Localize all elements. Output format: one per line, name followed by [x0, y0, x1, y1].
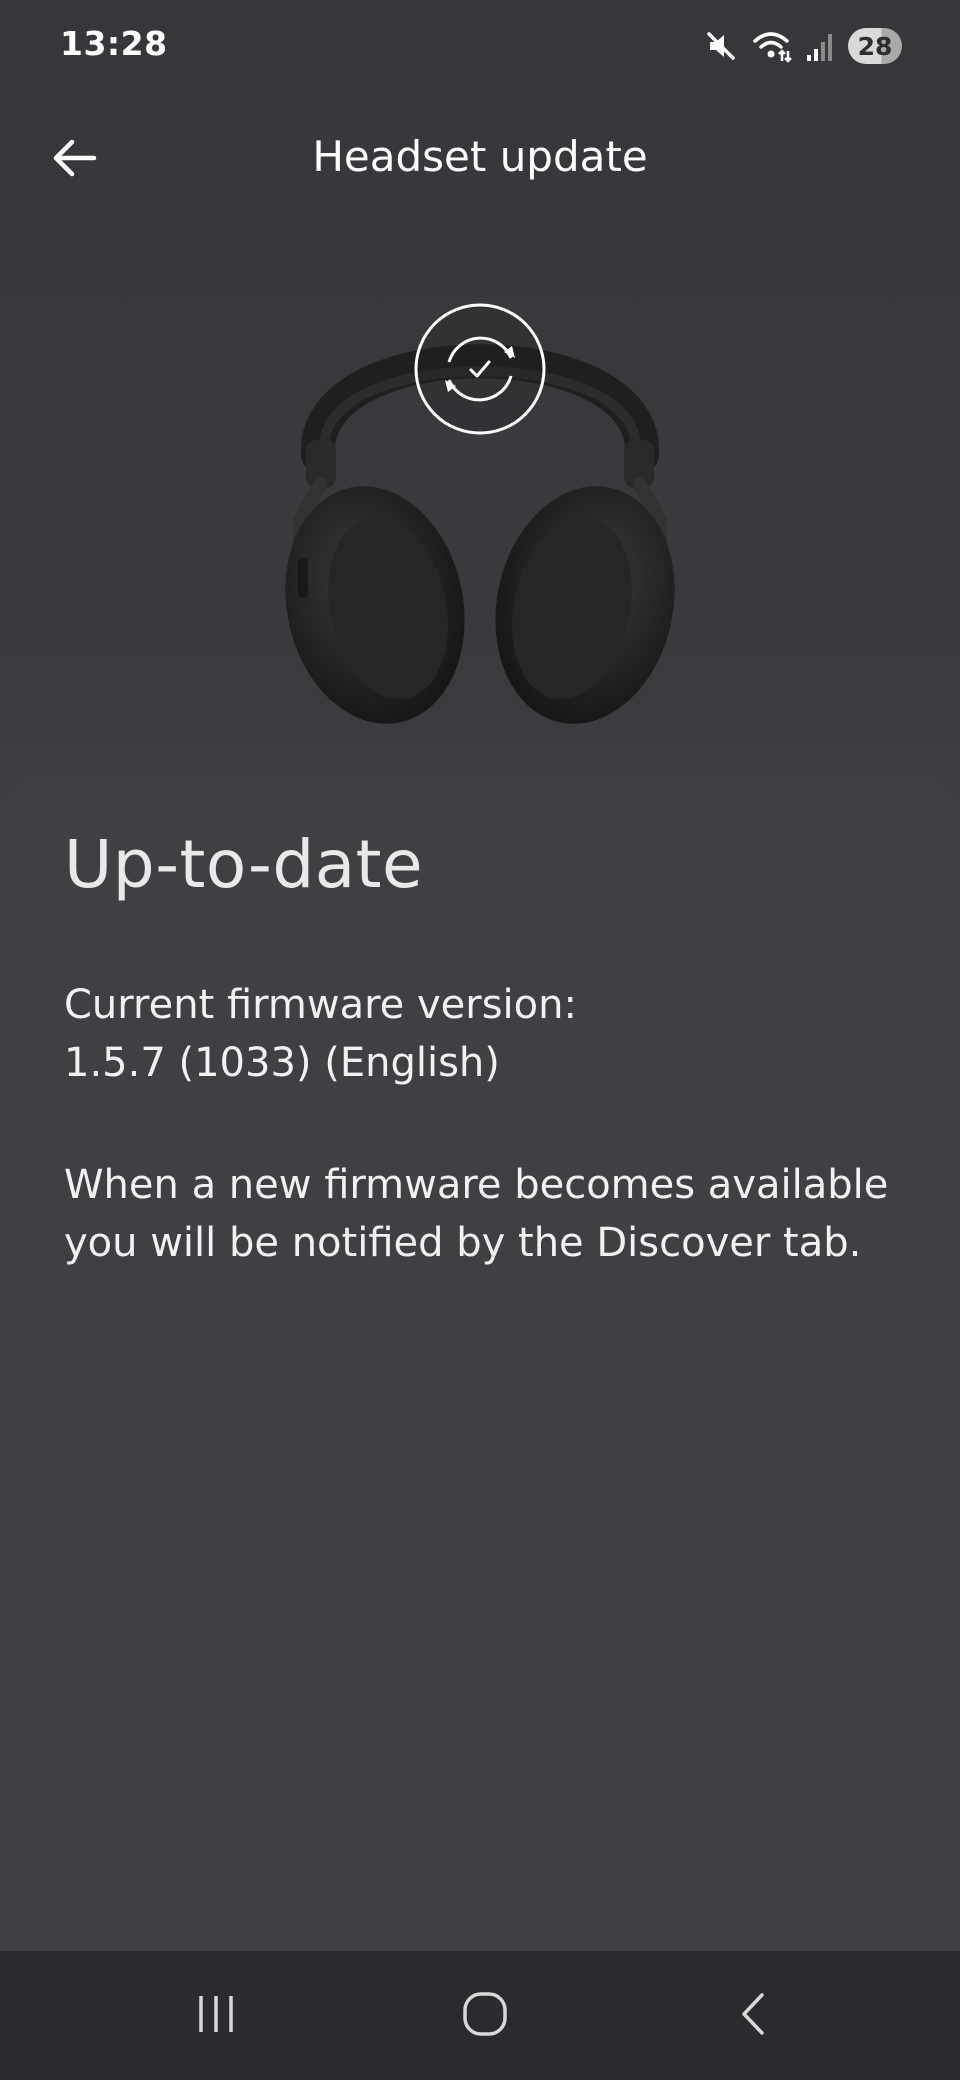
- back-icon: [734, 1989, 774, 2043]
- status-heading: Up-to-date: [64, 826, 424, 903]
- battery-icon: 28: [848, 28, 902, 64]
- sync-check-icon: [411, 300, 549, 438]
- recents-icon: [193, 1991, 239, 2041]
- home-button[interactable]: [445, 1981, 525, 2051]
- nav-back-button[interactable]: [714, 1981, 794, 2051]
- wifi-icon: [752, 29, 792, 63]
- home-icon: [460, 1989, 510, 2043]
- status-bar: 13:28 28: [0, 0, 960, 96]
- content-card: Up-to-date Current firmware version: 1.5…: [0, 776, 960, 1951]
- page-title: Headset update: [312, 132, 648, 181]
- navigation-bar: [0, 1951, 960, 2080]
- firmware-version: 1.5.7 (1033) (English): [64, 1040, 500, 1086]
- signal-icon: [806, 29, 834, 63]
- firmware-label: Current firmware version:: [64, 982, 577, 1028]
- recents-button[interactable]: [176, 1981, 256, 2051]
- update-notice: When a new firmware becomes available yo…: [64, 1162, 889, 1266]
- status-icons: 28: [704, 26, 902, 66]
- header: Headset update: [0, 110, 960, 206]
- status-time: 13:28: [60, 24, 168, 63]
- screen: 13:28 28 Headset update Up-to-date Curre…: [0, 0, 960, 2080]
- mute-icon: [704, 29, 738, 63]
- headset-image: [280, 290, 680, 730]
